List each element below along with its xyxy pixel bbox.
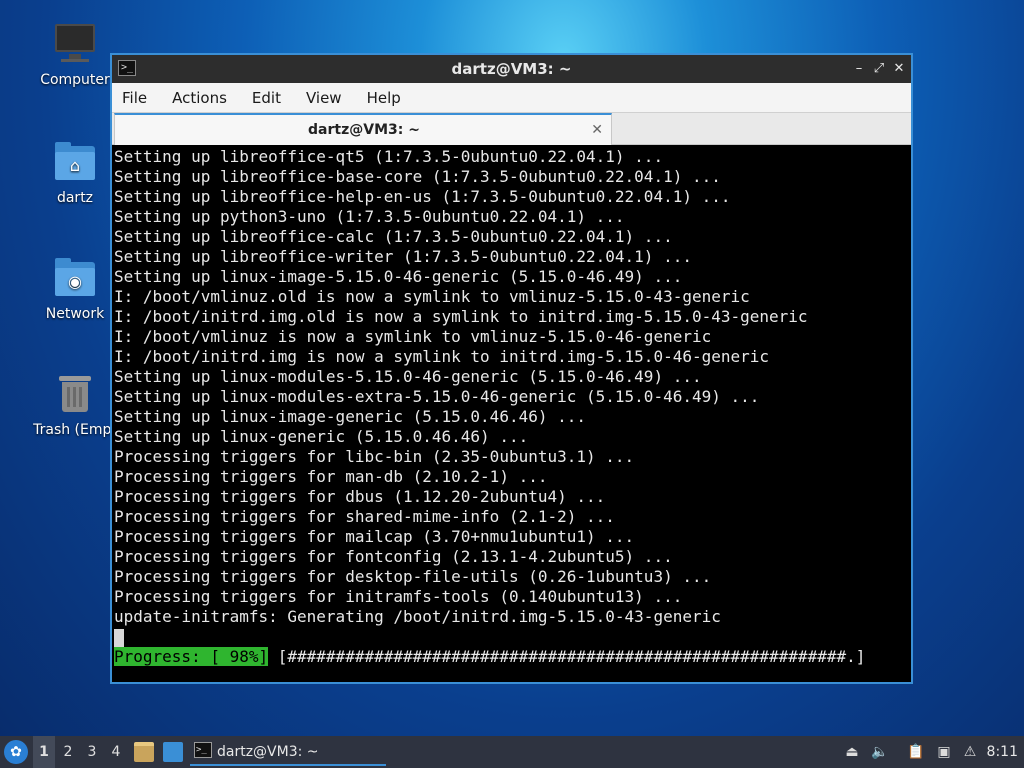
clock[interactable]: 8:11 bbox=[987, 736, 1018, 768]
terminal-line: Processing triggers for libc-bin (2.35-0… bbox=[114, 447, 635, 466]
terminal-line: Setting up linux-generic (5.15.0.46.46) … bbox=[114, 427, 529, 446]
minimize-button[interactable]: – bbox=[850, 60, 868, 78]
clipboard-icon[interactable]: 📋 bbox=[906, 742, 926, 762]
taskbar: ✿ 1 2 3 4 >_ dartz@VM3: ~ ⏏ 🔈 📋 ▣ ⚠ 8:11 bbox=[0, 736, 1024, 768]
terminal-cursor-line bbox=[114, 627, 911, 647]
workspace-4[interactable]: 4 bbox=[105, 736, 127, 768]
terminal-line: Processing triggers for desktop-file-uti… bbox=[114, 567, 712, 586]
progress-label: Progress: [ 98%] bbox=[114, 647, 269, 666]
terminal-line: Setting up linux-modules-5.15.0-46-gener… bbox=[114, 367, 702, 386]
network-folder-icon: ◉ bbox=[53, 256, 97, 300]
menu-file[interactable]: File bbox=[114, 83, 155, 113]
task-label: dartz@VM3: ~ bbox=[217, 744, 319, 760]
tab-close-icon[interactable]: ✕ bbox=[591, 115, 603, 145]
terminal-line: Setting up python3-uno (1:7.3.5-0ubuntu0… bbox=[114, 207, 625, 226]
show-desktop-icon[interactable] bbox=[163, 742, 183, 762]
terminal-line: Processing triggers for dbus (1.12.20-2u… bbox=[114, 487, 606, 506]
terminal-line: Processing triggers for fontconfig (2.13… bbox=[114, 547, 673, 566]
terminal-line: Setting up libreoffice-help-en-us (1:7.3… bbox=[114, 187, 731, 206]
home-folder-icon: ⌂ bbox=[53, 140, 97, 184]
progress-line: Progress: [ 98%] [######################… bbox=[114, 647, 911, 667]
volume-icon[interactable]: 🔈 bbox=[870, 742, 890, 762]
tab-terminal[interactable]: dartz@VM3: ~ ✕ bbox=[114, 113, 612, 145]
workspace-1[interactable]: 1 bbox=[33, 736, 55, 768]
workspace-2[interactable]: 2 bbox=[57, 736, 79, 768]
terminal-line: Setting up linux-image-5.15.0-46-generic… bbox=[114, 267, 683, 286]
file-manager-icon[interactable] bbox=[134, 742, 154, 762]
terminal-line: update-initramfs: Generating /boot/initr… bbox=[114, 607, 721, 626]
maximize-button[interactable]: ⤢ bbox=[870, 60, 888, 78]
terminal-line: Setting up libreoffice-calc (1:7.3.5-0ub… bbox=[114, 227, 673, 246]
computer-icon bbox=[53, 22, 97, 66]
terminal-line: Setting up libreoffice-base-core (1:7.3.… bbox=[114, 167, 721, 186]
menu-view[interactable]: View bbox=[298, 83, 350, 113]
trash-icon bbox=[53, 372, 97, 416]
progress-bar: [#######################################… bbox=[268, 647, 866, 666]
menu-edit[interactable]: Edit bbox=[244, 83, 289, 113]
eject-icon[interactable]: ⏏ bbox=[842, 742, 862, 762]
terminal-line: Setting up linux-image-generic (5.15.0.4… bbox=[114, 407, 587, 426]
terminal-output[interactable]: Setting up libreoffice-qt5 (1:7.3.5-0ubu… bbox=[114, 147, 911, 682]
network-icon[interactable]: ▣ bbox=[934, 742, 954, 762]
menubar: File Actions Edit View Help bbox=[112, 83, 911, 113]
workspace-3[interactable]: 3 bbox=[81, 736, 103, 768]
tab-label: dartz@VM3: ~ bbox=[308, 122, 420, 138]
tab-bar: dartz@VM3: ~ ✕ bbox=[112, 113, 911, 145]
menu-actions[interactable]: Actions bbox=[164, 83, 235, 113]
window-title: dartz@VM3: ~ bbox=[451, 60, 572, 78]
terminal-line: Processing triggers for man-db (2.10.2-1… bbox=[114, 467, 548, 486]
terminal-line: I: /boot/vmlinuz is now a symlink to vml… bbox=[114, 327, 712, 346]
terminal-line: Setting up linux-modules-extra-5.15.0-46… bbox=[114, 387, 760, 406]
menu-help[interactable]: Help bbox=[359, 83, 409, 113]
terminal-window: >_ dartz@VM3: ~ – ⤢ ✕ File Actions Edit Vie… bbox=[110, 53, 913, 684]
terminal-line: Processing triggers for shared-mime-info… bbox=[114, 507, 615, 526]
taskbar-terminal-button[interactable]: >_ dartz@VM3: ~ bbox=[190, 738, 386, 766]
notification-icon[interactable]: ⚠ bbox=[960, 742, 980, 762]
app-menu-button[interactable]: ✿ bbox=[4, 740, 28, 764]
terminal-app-icon: >_ bbox=[194, 742, 212, 758]
terminal-line: I: /boot/initrd.img.old is now a symlink… bbox=[114, 307, 808, 326]
terminal-line: Setting up libreoffice-writer (1:7.3.5-0… bbox=[114, 247, 692, 266]
terminal-line: Processing triggers for mailcap (3.70+nm… bbox=[114, 527, 635, 546]
text-cursor bbox=[114, 628, 124, 647]
close-button[interactable]: ✕ bbox=[890, 60, 908, 78]
terminal-line: Setting up libreoffice-qt5 (1:7.3.5-0ubu… bbox=[114, 147, 664, 166]
window-titlebar[interactable]: >_ dartz@VM3: ~ – ⤢ ✕ bbox=[112, 55, 911, 83]
terminal-line: I: /boot/initrd.img is now a symlink to … bbox=[114, 347, 770, 366]
terminal-line: I: /boot/vmlinuz.old is now a symlink to… bbox=[114, 287, 750, 306]
terminal-line: Processing triggers for initramfs-tools … bbox=[114, 587, 683, 606]
